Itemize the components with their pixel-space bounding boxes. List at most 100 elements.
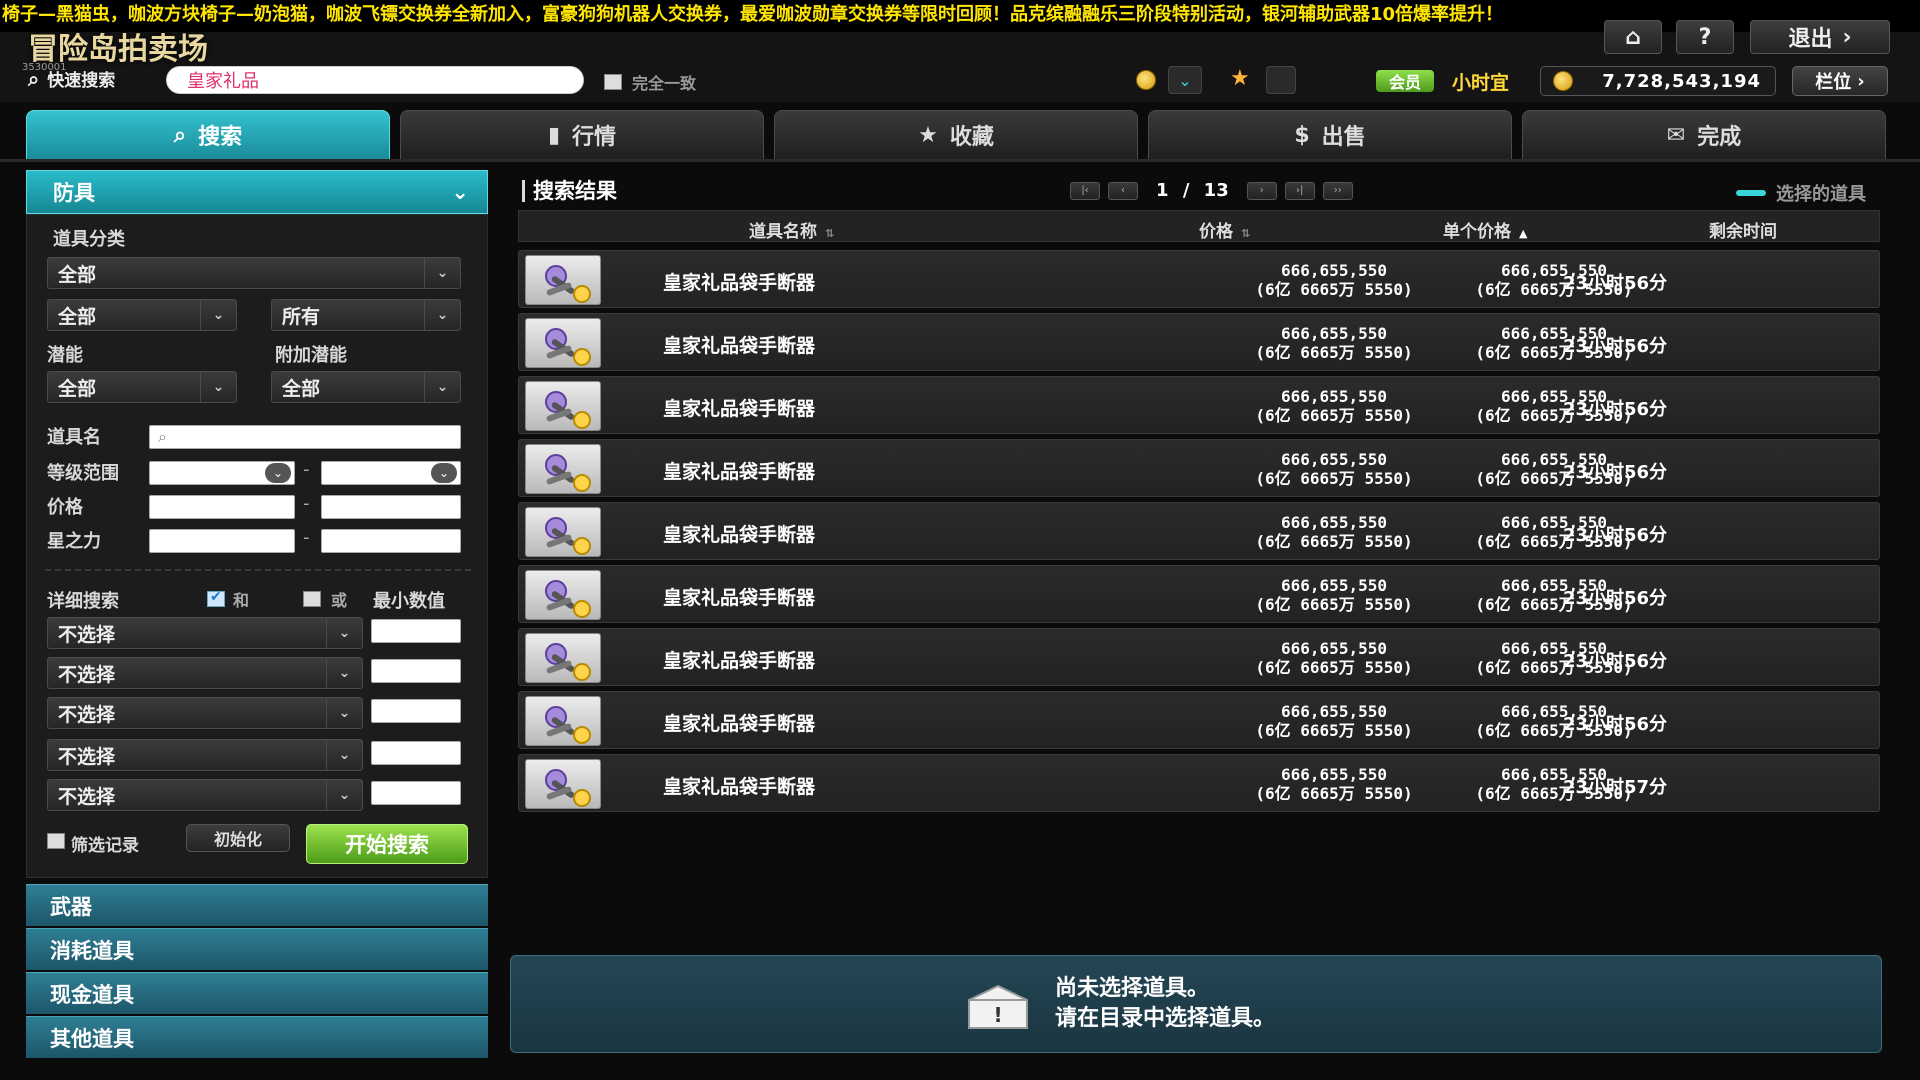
chevron-right-icon: › [1842,24,1852,50]
first-page-button[interactable]: |‹ [1070,181,1100,200]
starforce-max-input[interactable] [321,529,461,553]
price-cn: (6亿 6665万 5550) [1255,658,1413,677]
empty-message: 尚未选择道具。 请在目录中选择道具。 [1055,974,1275,1034]
potential-label: 潜能 [47,345,83,366]
price-value: 666,655,550 [1281,513,1387,532]
table-row[interactable]: 皇家礼品袋手断器 666,655,550 (6亿 6665万 5550) 666… [518,754,1880,812]
tab-complete[interactable]: ✉ 完成 [1522,110,1886,160]
selected-legend: 选择的道具 [1736,180,1866,206]
column-remaining-time[interactable]: 剩余时间 [1709,217,1777,242]
star-icon: ★ [918,122,938,148]
sub-category-select[interactable]: 全部 ⌄ [47,299,237,331]
tab-search[interactable]: ⌕ 搜索 [26,110,390,160]
table-row[interactable]: 皇家礼品袋手断器 666,655,550 (6亿 6665万 5550) 666… [518,376,1880,434]
prev-page-button[interactable]: ‹ [1108,181,1138,200]
level-min-select[interactable]: ⌄ [149,461,295,485]
star-box[interactable] [1266,66,1296,94]
filter-record-checkbox[interactable] [47,833,65,849]
category-etc[interactable]: 其他道具 [26,1016,488,1058]
category-header-armor[interactable]: 防具 ⌄ [26,170,488,214]
sort-icon: ⇅ [1241,227,1251,240]
exact-match-toggle[interactable]: 完全一致 [604,70,696,94]
item-detail-empty: ! 尚未选择道具。 请在目录中选择道具。 [510,955,1882,1053]
detail-min-input-5[interactable] [371,781,461,805]
select-value: 不选择 [58,785,116,808]
item-category-label: 道具分类 [53,229,125,250]
exit-button[interactable]: 退出 › [1750,20,1890,54]
starforce-min-input[interactable] [149,529,295,553]
slot-label: 栏位 [1815,72,1852,93]
item-name: 皇家礼品袋手断器 [663,524,816,546]
price-value: 666,655,550 [1281,765,1387,784]
exact-match-checkbox[interactable] [604,74,622,90]
tab-favorites[interactable]: ★ 收藏 [774,110,1138,160]
quick-search-input[interactable] [166,66,584,94]
chart-icon: ▮ [547,122,561,148]
column-name[interactable]: 道具名称 ⇅ [749,217,834,242]
table-row[interactable]: 皇家礼品袋手断器 666,655,550 (6亿 6665万 5550) 666… [518,439,1880,497]
price: 666,655,550 (6亿 6665万 5550) [1219,387,1449,425]
detail-option-select-3[interactable]: 不选择 ⌄ [47,697,363,729]
start-search-button[interactable]: 开始搜索 [306,824,468,864]
dropdown-toggle[interactable]: ⌄ [1168,66,1202,94]
chevron-down-icon: ⌄ [326,658,362,688]
column-label: 价格 [1199,222,1233,242]
column-unit-price[interactable]: 单个价格 ▲ [1443,217,1527,242]
bonus-potential-select[interactable]: 全部 ⌄ [271,371,461,403]
level-max-select[interactable]: ⌄ [321,461,461,485]
remaining-time: 23小时56分 [1562,651,1668,672]
detail-min-input-1[interactable] [371,619,461,643]
price-cn: (6亿 6665万 5550) [1255,595,1413,614]
slot-button[interactable]: 栏位 › [1792,66,1888,96]
table-row[interactable]: 皇家礼品袋手断器 666,655,550 (6亿 6665万 5550) 666… [518,313,1880,371]
category-weapon[interactable]: 武器 [26,884,488,926]
detail-option-select-1[interactable]: 不选择 ⌄ [47,617,363,649]
and-checkbox[interactable] [207,589,225,607]
price-value: 666,655,550 [1281,702,1387,721]
or-checkbox[interactable] [303,591,321,607]
column-label: 剩余时间 [1709,222,1777,242]
table-row[interactable]: 皇家礼品袋手断器 666,655,550 (6亿 6665万 5550) 666… [518,565,1880,623]
item-icon [525,696,601,746]
potential-select[interactable]: 全部 ⌄ [47,371,237,403]
select-value: 所有 [282,305,321,328]
type-select[interactable]: 所有 ⌄ [271,299,461,331]
detail-min-input-4[interactable] [371,741,461,765]
table-row[interactable]: 皇家礼品袋手断器 666,655,550 (6亿 6665万 5550) 666… [518,691,1880,749]
jump-page-button[interactable]: ›› [1322,181,1353,200]
column-price[interactable]: 价格 ⇅ [1199,217,1250,242]
table-row[interactable]: 皇家礼品袋手断器 666,655,550 (6亿 6665万 5550) 666… [518,250,1880,308]
item-name-input[interactable]: ⌕ [149,425,461,449]
detail-option-select-2[interactable]: 不选择 ⌄ [47,657,363,689]
tab-sell[interactable]: $ 出售 [1148,110,1512,160]
mail-icon: ✉ [1666,122,1686,148]
detail-option-select-4[interactable]: 不选择 ⌄ [47,739,363,771]
selected-legend-label: 选择的道具 [1776,184,1866,205]
category-consumable[interactable]: 消耗道具 [26,928,488,970]
price-max-input[interactable] [321,495,461,519]
detail-min-input-3[interactable] [371,699,461,723]
select-value: 全部 [58,305,97,328]
item-category-select[interactable]: 全部 ⌄ [47,257,461,289]
last-page-button[interactable]: ›| [1284,181,1315,200]
pagination: |‹ ‹ 1 / 13 › ›| ›› [1070,180,1353,201]
next-page-button[interactable]: › [1246,181,1277,200]
price-cn: (6亿 6665万 5550) [1255,532,1413,551]
tab-market[interactable]: ▮ 行情 [400,110,764,160]
price-min-input[interactable] [149,495,295,519]
detail-option-select-5[interactable]: 不选择 ⌄ [47,779,363,811]
reset-button[interactable]: 初始化 [186,824,290,852]
scissors-icon [545,643,591,681]
table-row[interactable]: 皇家礼品袋手断器 666,655,550 (6亿 6665万 5550) 666… [518,502,1880,560]
search-icon: ⌕ [158,427,167,446]
remaining-time: 23小时56分 [1562,273,1668,294]
quick-search-label-group: ⌕ 快速搜索 [28,66,115,92]
help-button[interactable]: ? [1676,20,1734,54]
min-value-label: 最小数值 [373,591,445,612]
detail-min-input-2[interactable] [371,659,461,683]
results-table-header: 道具名称 ⇅ 价格 ⇅ 单个价格 ▲ 剩余时间 [518,210,1880,242]
profile-button[interactable]: ⌂ [1604,20,1662,54]
category-cash[interactable]: 现金道具 [26,972,488,1014]
table-row[interactable]: 皇家礼品袋手断器 666,655,550 (6亿 6665万 5550) 666… [518,628,1880,686]
money-display: 7,728,543,194 [1540,66,1776,96]
